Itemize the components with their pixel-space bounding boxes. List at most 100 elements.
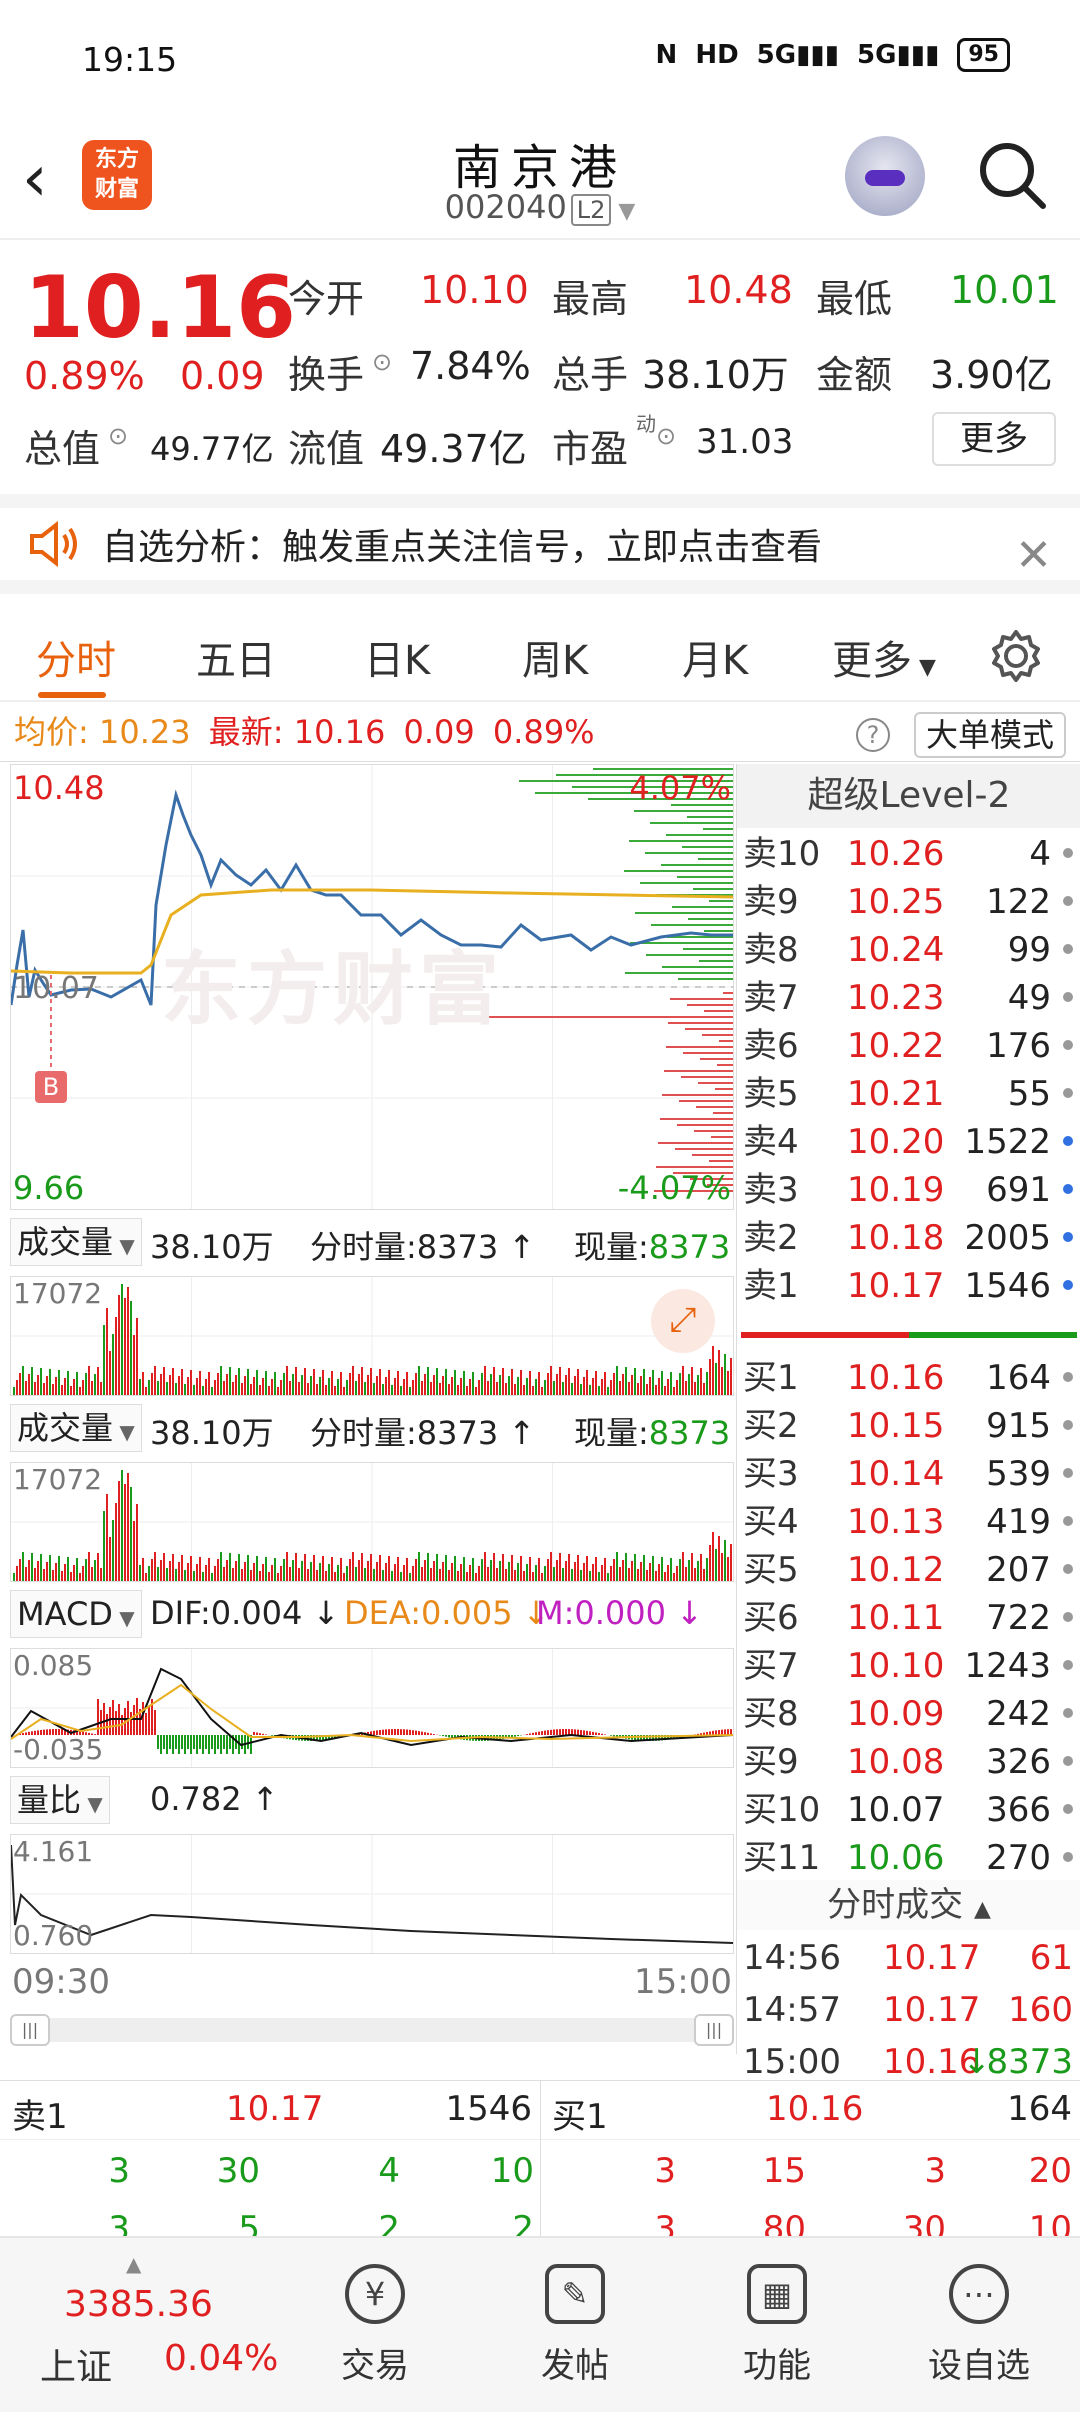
level-label: 买3 xyxy=(743,1450,799,1498)
level-dot-icon xyxy=(1063,992,1073,1002)
bid-row[interactable]: 买510.12207 xyxy=(743,1546,1073,1594)
orderbook-title[interactable]: 超级Level-2 xyxy=(737,764,1080,828)
level-volume: 419 xyxy=(986,1498,1051,1546)
bid-row[interactable]: 买110.16164 xyxy=(743,1354,1073,1402)
level-price: 10.15 xyxy=(847,1402,944,1450)
vol-indicator-dropdown-2[interactable]: 成交量 ▼ xyxy=(10,1404,142,1452)
volume-bar xyxy=(37,1561,39,1581)
volume-bar xyxy=(520,1556,522,1581)
macd-chart[interactable]: 0.085 -0.035 xyxy=(10,1648,734,1768)
close-icon[interactable]: ✕ xyxy=(1015,530,1052,581)
ask-row[interactable]: 卖110.171546 xyxy=(743,1262,1073,1310)
intraday-chart[interactable]: 东方财富 10.48 4.07% 10.07 9.66 -4.07% B xyxy=(10,764,734,1210)
macd-dropdown[interactable]: MACD ▼ xyxy=(10,1590,142,1638)
notice-banner[interactable]: 自选分析：触发重点关注信号，立即点击查看 ✕ xyxy=(0,494,1080,594)
level-price: 10.24 xyxy=(847,926,944,974)
ask-row[interactable]: 卖510.2155 xyxy=(743,1070,1073,1118)
volume-value: 38.10万 xyxy=(642,344,789,399)
level-badge: L2 xyxy=(571,194,612,226)
info-dot-icon[interactable]: ⊙ xyxy=(656,422,676,450)
grid-icon: ▦ xyxy=(747,2264,807,2324)
lb-chart[interactable]: 4.161 0.760 xyxy=(10,1834,734,1954)
volume-chart-2[interactable]: 17072 xyxy=(10,1462,734,1582)
nav-trade[interactable]: ¥交易 xyxy=(290,2238,460,2414)
bid-row[interactable]: 买910.08326 xyxy=(743,1738,1073,1786)
nav-functions[interactable]: ▦功能 xyxy=(692,2238,862,2414)
search-icon[interactable] xyxy=(975,138,1047,210)
info-dot-icon[interactable]: ⊙ xyxy=(108,422,128,450)
ask-row[interactable]: 卖710.2349 xyxy=(743,974,1073,1022)
volume-chart-1[interactable]: 17072 ⤢ xyxy=(10,1276,734,1396)
volume-bar xyxy=(643,1555,645,1581)
volume-bar xyxy=(655,1571,657,1581)
volume-bar xyxy=(28,1560,30,1581)
volume-bar xyxy=(352,1552,354,1581)
nav-post[interactable]: ✎发帖 xyxy=(490,2238,660,2414)
bid-row[interactable]: 买710.101243 xyxy=(743,1642,1073,1690)
macd-bar xyxy=(208,1735,210,1754)
ask-row[interactable]: 卖310.19691 xyxy=(743,1166,1073,1214)
volume-bar xyxy=(244,1562,246,1581)
ask-row[interactable]: 卖1010.264 xyxy=(743,830,1073,878)
volume-bar xyxy=(76,1558,78,1581)
battery-icon: 95 xyxy=(957,38,1010,72)
info-dot-icon[interactable]: ⊙ xyxy=(372,348,392,376)
bid-row[interactable]: 买810.09242 xyxy=(743,1690,1073,1738)
nav-add-watchlist[interactable]: ⋯设自选 xyxy=(894,2238,1064,2414)
index-value[interactable]: 3385.36 xyxy=(64,2284,213,2325)
tab-more[interactable]: 更多 ▼ xyxy=(832,628,936,686)
more-button[interactable]: 更多 xyxy=(932,412,1056,466)
volume-bar xyxy=(109,1537,111,1581)
ask-row[interactable]: 卖410.201522 xyxy=(743,1118,1073,1166)
expand-icon[interactable]: ⤢ xyxy=(651,1289,715,1353)
volume-bar xyxy=(337,1565,339,1581)
bid-row[interactable]: 买1110.06270 xyxy=(743,1834,1073,1882)
assistant-robot-icon[interactable] xyxy=(845,136,925,216)
gear-icon[interactable] xyxy=(988,628,1044,684)
tab-daily-k[interactable]: 日K xyxy=(364,628,430,686)
volume-bar xyxy=(34,1382,36,1395)
tab-weekly-k[interactable]: 周K xyxy=(522,628,588,686)
ask-row[interactable]: 卖610.22176 xyxy=(743,1022,1073,1070)
scroll-handle-left[interactable]: ||| xyxy=(10,2014,50,2046)
quote-panel: 10.16 0.89% 0.09 今开 10.10 最高 10.48 最低 10… xyxy=(0,242,1080,492)
help-icon[interactable]: ? xyxy=(856,718,890,752)
lb-dropdown[interactable]: 量比 ▼ xyxy=(10,1776,110,1824)
volume-bar xyxy=(706,1372,708,1395)
ask-row[interactable]: 卖210.182005 xyxy=(743,1214,1073,1262)
scroll-handle-right[interactable]: ||| xyxy=(694,2014,734,2046)
macd-bar xyxy=(130,1712,132,1735)
macd-bar xyxy=(610,1735,612,1736)
volume-bar xyxy=(556,1560,558,1581)
big-order-mode-button[interactable]: 大单模式 xyxy=(914,712,1066,758)
volume-bar xyxy=(583,1377,585,1395)
bid-row[interactable]: 买410.13419 xyxy=(743,1498,1073,1546)
volume-bar xyxy=(76,1372,78,1395)
tab-fenshi[interactable]: 分时 xyxy=(36,628,116,686)
volume-svg-2 xyxy=(11,1463,733,1581)
trades-header[interactable]: 分时成交 ▲ xyxy=(737,1880,1080,1930)
vol-indicator-dropdown[interactable]: 成交量 ▼ xyxy=(10,1218,142,1266)
tab-monthly-k[interactable]: 月K xyxy=(682,628,748,686)
bid-row[interactable]: 买310.14539 xyxy=(743,1450,1073,1498)
volume-bar xyxy=(535,1379,537,1395)
macd-bar xyxy=(385,1729,387,1735)
ask-row[interactable]: 卖810.2499 xyxy=(743,926,1073,974)
bid-row[interactable]: 买610.11722 xyxy=(743,1594,1073,1642)
volume-bar xyxy=(628,1382,630,1395)
tab-5day[interactable]: 五日 xyxy=(196,628,276,686)
volume-bar xyxy=(676,1380,678,1395)
volume-bar xyxy=(460,1564,462,1581)
bid-row[interactable]: 买210.15915 xyxy=(743,1402,1073,1450)
volume-bar xyxy=(673,1573,675,1581)
bid-row[interactable]: 买1010.07366 xyxy=(743,1786,1073,1834)
buy-marker[interactable]: B xyxy=(35,1071,67,1103)
queue-cell: 15 xyxy=(763,2151,806,2191)
queue-cell: 80 xyxy=(763,2209,806,2236)
volume-bar xyxy=(565,1561,567,1581)
volume-bar xyxy=(601,1565,603,1581)
macd-bar xyxy=(718,1730,720,1735)
time-scrollbar[interactable]: ||| ||| xyxy=(10,2018,734,2042)
ask-row[interactable]: 卖910.25122 xyxy=(743,878,1073,926)
volume-bar xyxy=(52,1570,54,1581)
